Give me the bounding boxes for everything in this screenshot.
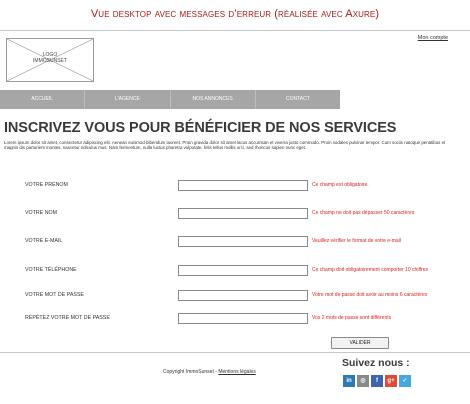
lastname-input[interactable] xyxy=(178,208,308,219)
facebook-icon[interactable]: f xyxy=(371,375,383,387)
copyright: Copyright ImmoSunset - Mentions légales xyxy=(163,369,256,375)
form-row-lastname: VOTRE NOM Ce champ ne doit pas dépasser … xyxy=(0,208,470,220)
form-row-phone: VOTRE TÉLÉPHONE Ce champ doit obligatoir… xyxy=(0,265,470,277)
nav-item-annonces[interactable]: NOS ANNONCES xyxy=(171,90,256,109)
email-label: VOTRE E-MAIL xyxy=(25,238,63,244)
logo[interactable]: LOGO IMMOSUNSET xyxy=(6,38,94,82)
password-error: Votre mot de passe doit avoir au moins 6… xyxy=(312,292,428,298)
password-confirm-input[interactable] xyxy=(178,313,308,324)
page-caption: Vue desktop avec messages d’erreur (réal… xyxy=(90,8,380,20)
nav-item-accueil[interactable]: ACCUEIL xyxy=(0,90,86,109)
phone-error: Ce champ doit obligatoirement comporter … xyxy=(312,267,429,273)
copyright-text: Copyright ImmoSunset - xyxy=(163,369,217,375)
password-confirm-error: Vos 2 mots de passe sont différents xyxy=(312,315,392,321)
lastname-error: Ce champ ne doit pas dépasser 50 caractè… xyxy=(312,210,415,216)
twitter-icon[interactable]: ✓ xyxy=(399,375,411,387)
logo-text: LOGO IMMOSUNSET xyxy=(7,52,93,64)
caption-divider xyxy=(0,30,470,31)
lastname-label: VOTRE NOM xyxy=(25,210,58,216)
nav-item-agence[interactable]: L'AGENCE xyxy=(85,90,171,109)
form-row-firstname: VOTRE PRÉNOM Ce champ est obligatoire. xyxy=(0,180,470,192)
linkedin-icon[interactable]: in xyxy=(343,375,355,387)
form-row-email: VOTRE E-MAIL Veuillez vérifier le format… xyxy=(0,236,470,248)
password-label: VOTRE MOT DE PASSE xyxy=(25,292,84,298)
legal-link[interactable]: Mentions légales xyxy=(218,369,256,375)
firstname-input[interactable] xyxy=(178,180,308,191)
submit-button[interactable]: VALIDER xyxy=(331,337,389,349)
email-input[interactable] xyxy=(178,236,308,247)
firstname-error: Ce champ est obligatoire. xyxy=(312,182,369,188)
form-row-password-confirm: RÉPÉTEZ VOTRE MOT DE PASSE Vos 2 mots de… xyxy=(0,313,470,325)
googleplus-icon[interactable]: g+ xyxy=(385,375,397,387)
account-link[interactable]: Mon compte xyxy=(418,35,448,41)
footer-divider xyxy=(0,352,470,353)
page-title: INSCRIVEZ VOUS POUR BÉNÉFICIER DE NOS SE… xyxy=(4,120,397,136)
main-nav: ACCUEIL L'AGENCE NOS ANNONCES CONTACT xyxy=(0,90,340,109)
firstname-label: VOTRE PRÉNOM xyxy=(25,182,68,188)
instagram-icon[interactable]: ◎ xyxy=(357,375,369,387)
logo-line-2: IMMOSUNSET xyxy=(33,58,67,64)
password-input[interactable] xyxy=(178,290,308,301)
form-row-password: VOTRE MOT DE PASSE Votre mot de passe do… xyxy=(0,290,470,302)
follow-title: Suivez nous : xyxy=(342,357,410,369)
phone-label: VOTRE TÉLÉPHONE xyxy=(25,267,77,273)
password-confirm-label: RÉPÉTEZ VOTRE MOT DE PASSE xyxy=(25,315,110,321)
intro-paragraph: Lorem ipsum dolor sit amet, consectetur … xyxy=(4,140,446,151)
email-error: Veuillez vérifier le format de votre e-m… xyxy=(312,238,401,244)
social-links: in ◎ f g+ ✓ xyxy=(343,375,411,387)
phone-input[interactable] xyxy=(178,265,308,276)
nav-item-contact[interactable]: CONTACT xyxy=(256,90,340,109)
